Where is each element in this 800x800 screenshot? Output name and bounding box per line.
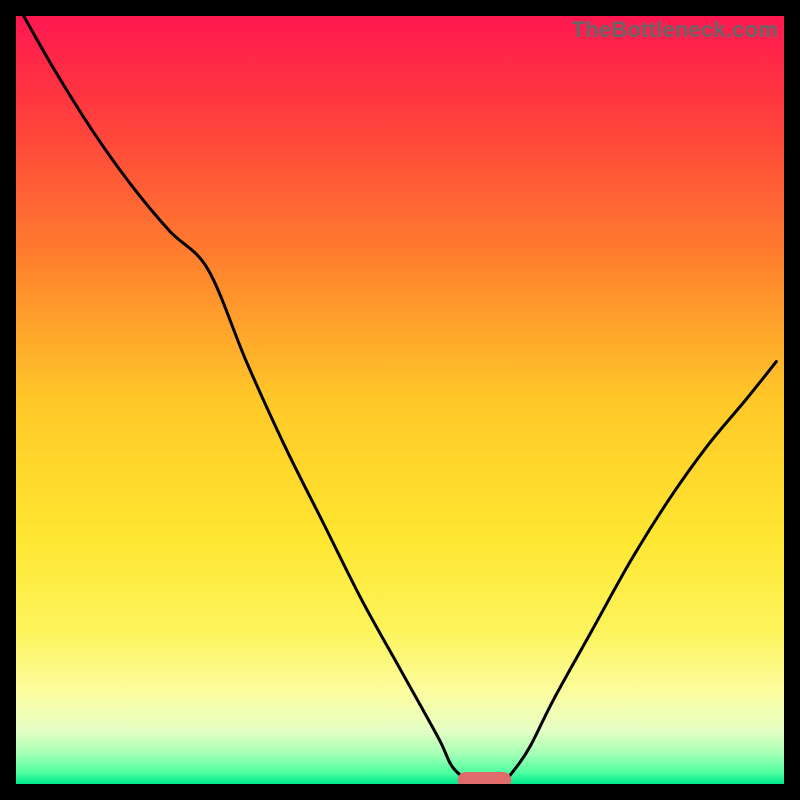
watermark-text: TheBottleneck.com (572, 17, 778, 43)
chart-frame: TheBottleneck.com (16, 16, 784, 784)
optimal-marker (458, 772, 512, 784)
bottleneck-chart (16, 16, 784, 784)
